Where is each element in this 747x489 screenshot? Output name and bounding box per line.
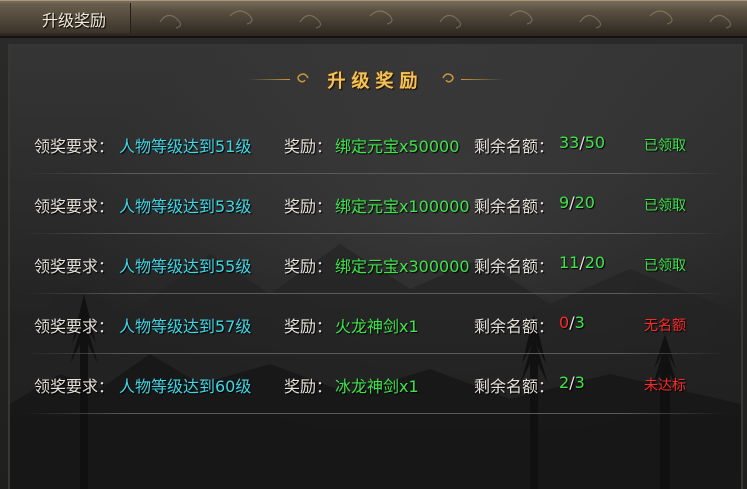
requirement-label: 领奖要求： <box>34 377 115 396</box>
row-divider <box>24 413 727 414</box>
requirement-value: 人物等级达到57级 <box>119 317 252 336</box>
reward-label: 奖励： <box>284 257 333 276</box>
remaining-current: 0 <box>559 313 570 332</box>
reward-label: 奖励： <box>284 137 333 156</box>
reward-row: 领奖要求： 人物等级达到57级 奖励： 火龙神剑x1 剩余名额： 0/3 无名额 <box>10 294 741 354</box>
remaining-label: 剩余名额： <box>474 317 555 336</box>
remaining-label: 剩余名额： <box>474 257 555 276</box>
cloud-pattern-decoration <box>159 10 732 29</box>
remaining-count: 11/20 <box>559 253 605 272</box>
header-line-right <box>461 79 503 80</box>
reward-label: 奖励： <box>284 317 333 336</box>
remaining-label: 剩余名额： <box>474 137 555 156</box>
remaining-total: 20 <box>574 193 595 212</box>
remaining-count: 33/50 <box>559 133 605 152</box>
reward-row: 领奖要求： 人物等级达到51级 奖励： 绑定元宝x50000 剩余名额： 33/… <box>10 114 741 174</box>
reward-label: 奖励： <box>284 197 333 216</box>
swirl-right-icon <box>442 73 454 83</box>
panel-header: 升级奖励 <box>10 66 741 94</box>
requirement-label: 领奖要求： <box>34 257 115 276</box>
panel-header-title: 升级奖励 <box>327 71 424 92</box>
remaining-count: 2/3 <box>559 373 585 392</box>
remaining-total: 50 <box>584 133 606 152</box>
status-badge[interactable]: 已领取 <box>644 195 686 215</box>
status-badge[interactable]: 已领取 <box>644 135 686 155</box>
reward-label: 奖励： <box>284 377 333 396</box>
remaining-total: 20 <box>584 253 606 272</box>
reward-row: 领奖要求： 人物等级达到55级 奖励： 绑定元宝x300000 剩余名额： 11… <box>10 234 741 294</box>
requirement-label: 领奖要求： <box>34 197 115 216</box>
reward-panel: 升级奖励 领奖要求： 人物等级达到51级 奖励： 绑定元宝x50000 剩余名额… <box>8 44 743 489</box>
window-titlebar: 升级奖励 <box>0 0 747 38</box>
remaining-current: 11 <box>559 253 580 272</box>
remaining-count: 9/20 <box>559 193 595 212</box>
reward-row: 领奖要求： 人物等级达到60级 奖励： 冰龙神剑x1 剩余名额： 2/3 未达标 <box>10 354 741 414</box>
remaining-current: 9 <box>559 193 570 212</box>
requirement-label: 领奖要求： <box>34 317 115 336</box>
reward-value: 绑定元宝x50000 <box>335 137 460 156</box>
remaining-label: 剩余名额： <box>474 377 555 396</box>
remaining-count: 0/3 <box>559 313 585 332</box>
reward-row: 领奖要求： 人物等级达到53级 奖励： 绑定元宝x100000 剩余名额： 9/… <box>10 174 741 234</box>
requirement-value: 人物等级达到53级 <box>119 197 252 216</box>
window-title: 升级奖励 <box>42 11 107 30</box>
reward-value: 冰龙神剑x1 <box>335 377 419 396</box>
requirement-label: 领奖要求： <box>34 137 115 156</box>
remaining-current: 33 <box>559 133 580 152</box>
status-badge[interactable]: 无名额 <box>644 315 686 335</box>
requirement-value: 人物等级达到55级 <box>119 257 252 276</box>
reward-value: 绑定元宝x100000 <box>335 197 470 216</box>
status-badge[interactable]: 未达标 <box>644 375 686 395</box>
remaining-current: 2 <box>559 373 570 392</box>
reward-value: 火龙神剑x1 <box>335 317 419 336</box>
remaining-total: 3 <box>574 313 585 332</box>
status-badge[interactable]: 已领取 <box>644 255 686 275</box>
requirement-value: 人物等级达到51级 <box>119 137 252 156</box>
requirement-value: 人物等级达到60级 <box>119 377 252 396</box>
remaining-total: 3 <box>574 373 585 392</box>
reward-value: 绑定元宝x300000 <box>335 257 470 276</box>
remaining-label: 剩余名额： <box>474 197 555 216</box>
